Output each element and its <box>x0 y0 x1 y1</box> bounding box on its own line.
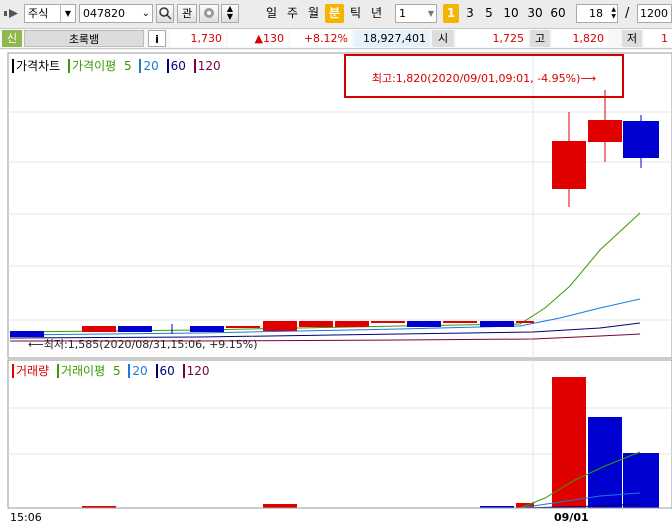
chevron-down-icon: ▼ <box>427 9 434 18</box>
chart-toolbar: 주식 ▼ 047820 ⌄ 관 ▲ ▼ 일 주 월 분 틱 년 1 ▼ 1 3 5… <box>0 0 672 29</box>
chevron-down-icon: ⌄ <box>141 8 150 19</box>
stock-code-value: 047820 <box>83 7 125 20</box>
current-price: 1,730 <box>170 30 226 47</box>
price-legend: 가격차트 가격이평 5 20 60 120 <box>12 57 225 74</box>
tab-tick[interactable]: 틱 <box>346 4 365 23</box>
volume-bar <box>552 377 586 508</box>
candle <box>480 321 514 327</box>
open-label: 시 <box>432 30 454 47</box>
price-change: ▲130 <box>228 30 288 47</box>
candle <box>516 321 534 323</box>
search-icon <box>159 7 172 20</box>
candle <box>335 321 369 327</box>
tab-week[interactable]: 주 <box>283 4 302 23</box>
candle <box>82 326 116 332</box>
trade-volume: 18,927,401 <box>354 30 430 47</box>
candle <box>371 321 405 323</box>
high-annotation-text: 최고:1,820(2020/09/01,09:01, -4.95%)⟶ <box>371 72 597 85</box>
candle <box>226 326 260 328</box>
volume-legend: 거래량 거래이평 5 20 60 120 <box>12 362 214 379</box>
chart-area[interactable]: 가격차트 가격이평 5 20 60 120 최고:1,820(2020/09/0… <box>0 50 672 525</box>
volume-bar <box>623 453 659 508</box>
price-ma5: 5 <box>124 59 132 73</box>
tab-year[interactable]: 년 <box>367 4 386 23</box>
price-ma20: 20 <box>139 59 159 73</box>
minute-btn-5[interactable]: 5 <box>481 4 497 23</box>
candle <box>263 321 297 331</box>
gear-icon <box>204 8 214 18</box>
minute-btn-1[interactable]: 1 <box>443 4 459 23</box>
info-button[interactable]: i <box>148 30 166 47</box>
minute-btn-10[interactable]: 10 <box>500 4 522 23</box>
minute-btn-30[interactable]: 30 <box>524 4 546 23</box>
market-select-value: 주식 <box>28 7 49 20</box>
chart-svg <box>7 52 672 509</box>
price-ma60: 60 <box>166 59 186 73</box>
page-separator: / <box>625 6 630 21</box>
volume-ma5: 5 <box>112 364 121 378</box>
link-arrow-icon[interactable] <box>4 7 20 20</box>
candle <box>299 321 333 327</box>
page-total-input[interactable]: 1200 <box>637 4 672 23</box>
high-price: 1,820 <box>552 30 608 47</box>
stock-name: 초록뱀 <box>24 30 144 47</box>
candle <box>443 321 477 323</box>
low-price-annotation: ⟵최저:1,585(2020/08/31,15:06, +9.15%) <box>28 338 258 351</box>
interest-button[interactable]: 관 <box>177 4 197 23</box>
ma5-line <box>9 212 641 333</box>
tab-minute[interactable]: 분 <box>325 4 344 23</box>
price-ma120: 120 <box>193 59 221 73</box>
search-button[interactable] <box>156 4 174 23</box>
price-panel-frame <box>7 52 672 359</box>
stock-info-bar: 신 초록뱀 i 1,730 ▲130 +8.12% 18,927,401 시 1… <box>0 29 672 49</box>
candle <box>588 120 622 142</box>
low-label: 저 <box>622 30 642 47</box>
market-select[interactable]: 주식 ▼ <box>24 4 76 23</box>
candle <box>407 321 441 327</box>
x-axis-left-label: 15:06 <box>10 511 42 524</box>
price-ma-title: 가격이평 <box>68 59 117 73</box>
candle <box>190 326 224 332</box>
volume-legend-title: 거래량 <box>12 364 50 378</box>
updown-spinner[interactable]: ▲ ▼ <box>221 4 239 23</box>
volume-ma20: 20 <box>128 364 148 378</box>
volume-ma60: 60 <box>155 364 175 378</box>
x-axis-date-label: 09/01 <box>554 511 589 524</box>
volume-ma120: 120 <box>182 364 210 378</box>
minute-btn-3[interactable]: 3 <box>462 4 478 23</box>
price-legend-title: 가격차트 <box>12 59 61 73</box>
tab-day[interactable]: 일 <box>262 4 281 23</box>
high-price-annotation: 최고:1,820(2020/09/01,09:01, -4.95%)⟶ <box>344 54 624 98</box>
page-current-value: 18 <box>589 7 603 20</box>
page-current-input[interactable]: 18 ▲ ▼ <box>576 4 618 23</box>
chevron-down-icon: ▼ <box>60 5 75 22</box>
new-badge: 신 <box>2 30 22 47</box>
minute-interval-select[interactable]: 1 ▼ <box>395 4 437 23</box>
volume-ma-title: 거래이평 <box>56 364 106 378</box>
minute-btn-60[interactable]: 60 <box>547 4 569 23</box>
candle <box>623 121 659 158</box>
volume-bar <box>263 504 297 508</box>
change-percent: +8.12% <box>290 30 352 47</box>
price-grid <box>8 53 672 358</box>
volume-bars <box>82 377 659 508</box>
tab-month[interactable]: 월 <box>304 4 323 23</box>
candle <box>552 141 586 189</box>
open-price: 1,725 <box>456 30 528 47</box>
minute-interval-value: 1 <box>399 7 406 20</box>
page-total-value: 1200 <box>640 7 668 20</box>
settings-button[interactable] <box>199 4 219 23</box>
stock-code-input[interactable]: 047820 ⌄ <box>79 4 153 23</box>
high-label: 고 <box>530 30 550 47</box>
candle <box>118 326 152 332</box>
spinner-icon: ▲ ▼ <box>611 6 616 20</box>
low-price: 1 <box>644 30 672 47</box>
